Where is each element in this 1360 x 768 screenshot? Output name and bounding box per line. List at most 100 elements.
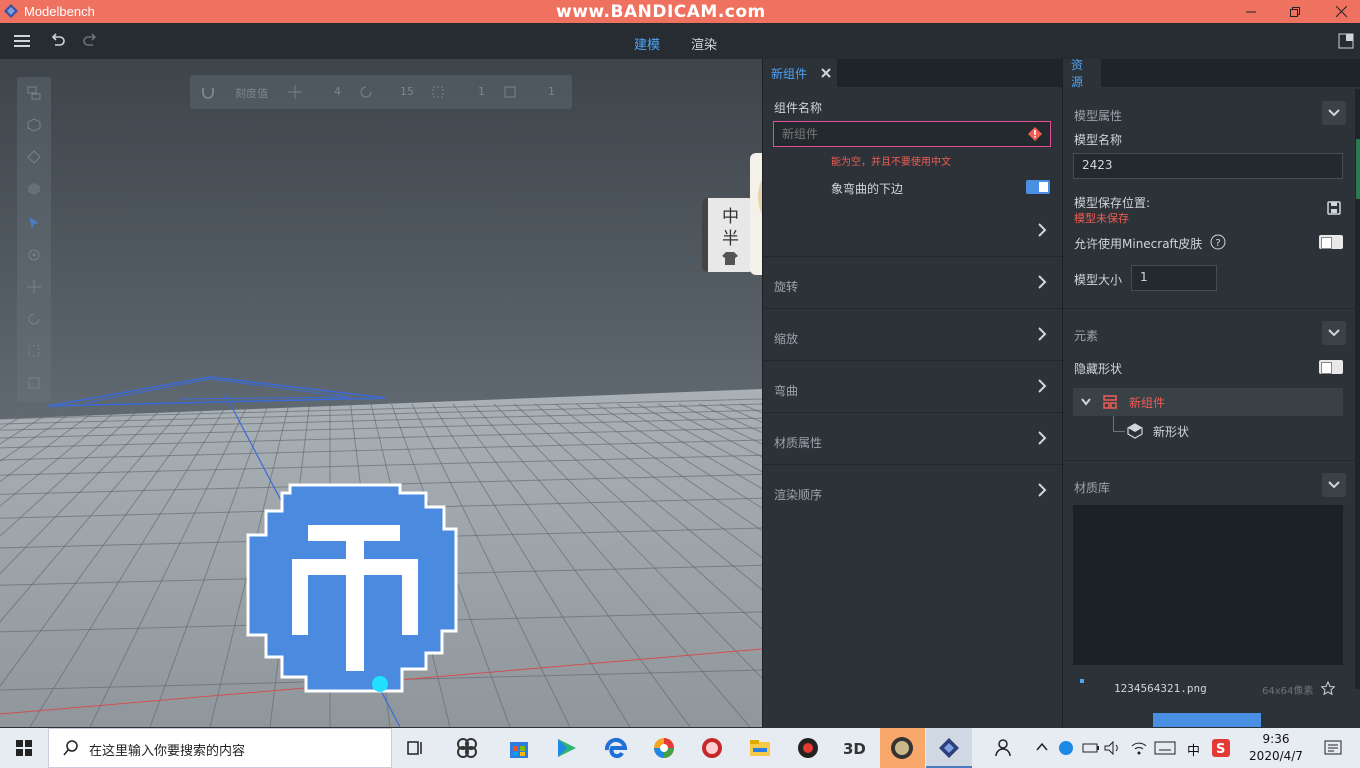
chevron-up-icon[interactable] (1036, 742, 1048, 752)
section-rotate[interactable]: 旋转 (763, 257, 1062, 309)
app-pinwheel-icon[interactable] (455, 736, 479, 760)
section-bend[interactable]: 弯曲 (763, 361, 1062, 413)
chevron-right-icon (1038, 379, 1047, 393)
model-props-toggle[interactable] (1322, 101, 1346, 125)
allow-skin-label: 允许使用Minecraft皮肤 (1074, 237, 1203, 251)
add-group-icon[interactable] (26, 85, 42, 101)
texture-name[interactable]: 1234564321.png (1114, 682, 1207, 695)
tree-item-shape[interactable]: 新形状 (1125, 420, 1325, 442)
model-coin-icon[interactable] (246, 481, 458, 695)
modelbench-icon (939, 738, 959, 758)
magnet-icon[interactable] (200, 84, 216, 100)
restore-button[interactable] (1272, 0, 1318, 23)
close-icon (1335, 6, 1347, 17)
select-icon[interactable] (26, 215, 42, 231)
task-view-icon[interactable] (404, 736, 428, 760)
svg-text:?: ? (1215, 238, 1220, 249)
redo-icon[interactable] (80, 31, 100, 51)
elements-toggle[interactable] (1322, 321, 1346, 345)
add-cube-icon[interactable] (26, 117, 42, 133)
minimize-icon (1246, 11, 1256, 12)
people-icon[interactable] (994, 736, 1018, 760)
snap-toolbar: 刻度值 4 15 1 1 (190, 75, 572, 109)
chevron-right-icon (1038, 223, 1047, 237)
pivot-icon[interactable] (26, 247, 42, 263)
expand-icon[interactable] (1081, 398, 1091, 406)
section-scale[interactable]: 缩放 (763, 309, 1062, 361)
bandicam-record-icon[interactable] (796, 736, 820, 760)
snap-scale-icon (432, 86, 444, 98)
fullscreen-icon[interactable] (1338, 33, 1354, 49)
modelbench-taskbar-item[interactable] (926, 728, 972, 768)
scale-icon[interactable] (26, 343, 42, 359)
minecraft-taskbar-item[interactable] (880, 728, 925, 768)
model-name-input[interactable]: 2423 (1073, 153, 1343, 179)
snap-label: 刻度值 (235, 87, 268, 100)
ime-indicator[interactable]: 中 (1187, 740, 1200, 759)
star-icon[interactable] (1321, 681, 1335, 695)
bend-icon[interactable] (26, 375, 42, 391)
snap-scale-value[interactable]: 1 (478, 85, 485, 98)
component-tab-bar: 新组件 (763, 59, 1062, 87)
help-icon[interactable]: ? (1210, 234, 1226, 250)
tab-modeling[interactable]: 建模 (634, 34, 661, 62)
allow-skin-toggle[interactable] (1319, 235, 1343, 249)
tab-resources[interactable]: 资源 (1063, 58, 1101, 89)
color-wheel-app-icon[interactable] (652, 736, 676, 760)
rotate-icon[interactable] (26, 311, 42, 327)
minimize-button[interactable] (1228, 0, 1274, 23)
hide-shapes-toggle[interactable] (1319, 360, 1343, 374)
edge-browser-icon[interactable] (604, 736, 628, 760)
wifi-icon[interactable] (1130, 740, 1148, 756)
volume-icon[interactable] (1104, 740, 1122, 756)
close-tab-icon[interactable] (821, 68, 831, 78)
model-size-input[interactable]: 1 (1131, 265, 1217, 291)
menu-icon[interactable] (12, 31, 32, 51)
app-title: Modelbench (24, 4, 95, 19)
material-lib-toggle[interactable] (1322, 473, 1346, 497)
taskbar-search-box[interactable]: 在这里输入你要搜索的内容 (48, 728, 392, 768)
scrollbar[interactable] (1355, 89, 1360, 689)
3d-builder-icon[interactable]: 3D (843, 736, 867, 760)
game-app-icon[interactable] (700, 736, 724, 760)
tray-app-icon[interactable] (1058, 740, 1074, 756)
snap-bend-icon (504, 86, 516, 98)
add-texture-button[interactable] (1153, 713, 1261, 727)
taskbar-clock[interactable]: 9:36 2020/4/7 (1244, 731, 1308, 765)
file-explorer-icon[interactable] (748, 736, 772, 760)
battery-icon[interactable] (1082, 740, 1100, 756)
windows-start-icon[interactable] (16, 740, 32, 756)
video-player-icon[interactable] (555, 736, 579, 760)
watermark: www.BANDICAM.com (556, 2, 766, 22)
snap-move-value[interactable]: 4 (334, 85, 341, 98)
section-render-order[interactable]: 渲染顺序 (763, 465, 1062, 517)
section-position[interactable] (763, 205, 1062, 257)
tree-item-component[interactable]: 新组件 (1073, 388, 1343, 416)
elements-label: 元素 (1074, 329, 1099, 343)
add-mesh-icon[interactable] (26, 181, 42, 197)
notification-icon[interactable] (1324, 739, 1342, 757)
ime-char-2: 半 (722, 229, 739, 249)
close-button[interactable] (1318, 0, 1360, 23)
tab-render[interactable]: 渲染 (691, 34, 717, 53)
move-icon[interactable] (26, 279, 42, 295)
bend-bottom-toggle[interactable] (1026, 180, 1050, 194)
tree-line (1113, 416, 1114, 432)
keyboard-icon[interactable] (1154, 740, 1176, 756)
component-name-input[interactable] (773, 121, 1051, 147)
undo-icon[interactable] (48, 31, 68, 51)
tab-new-component[interactable]: 新组件 (763, 59, 837, 87)
section-material[interactable]: 材质属性 (763, 413, 1062, 465)
sogou-ime-icon[interactable]: S (1212, 739, 1230, 757)
svg-text:3D: 3D (843, 740, 866, 758)
snap-rotate-value[interactable]: 15 (400, 85, 414, 98)
save-icon[interactable] (1327, 201, 1341, 215)
resource-tab-bar: 资源 (1063, 58, 1360, 89)
add-shape-icon[interactable] (26, 149, 42, 165)
taskbar-search-placeholder: 在这里输入你要搜索的内容 (89, 744, 246, 759)
floating-ime-widget[interactable]: 中 半 (702, 198, 754, 272)
material-preview[interactable] (1073, 505, 1343, 665)
snap-bend-value[interactable]: 1 (548, 85, 555, 98)
3d-viewport[interactable]: 刻度值 4 15 1 1 (0, 59, 762, 727)
store-icon[interactable] (507, 736, 531, 760)
